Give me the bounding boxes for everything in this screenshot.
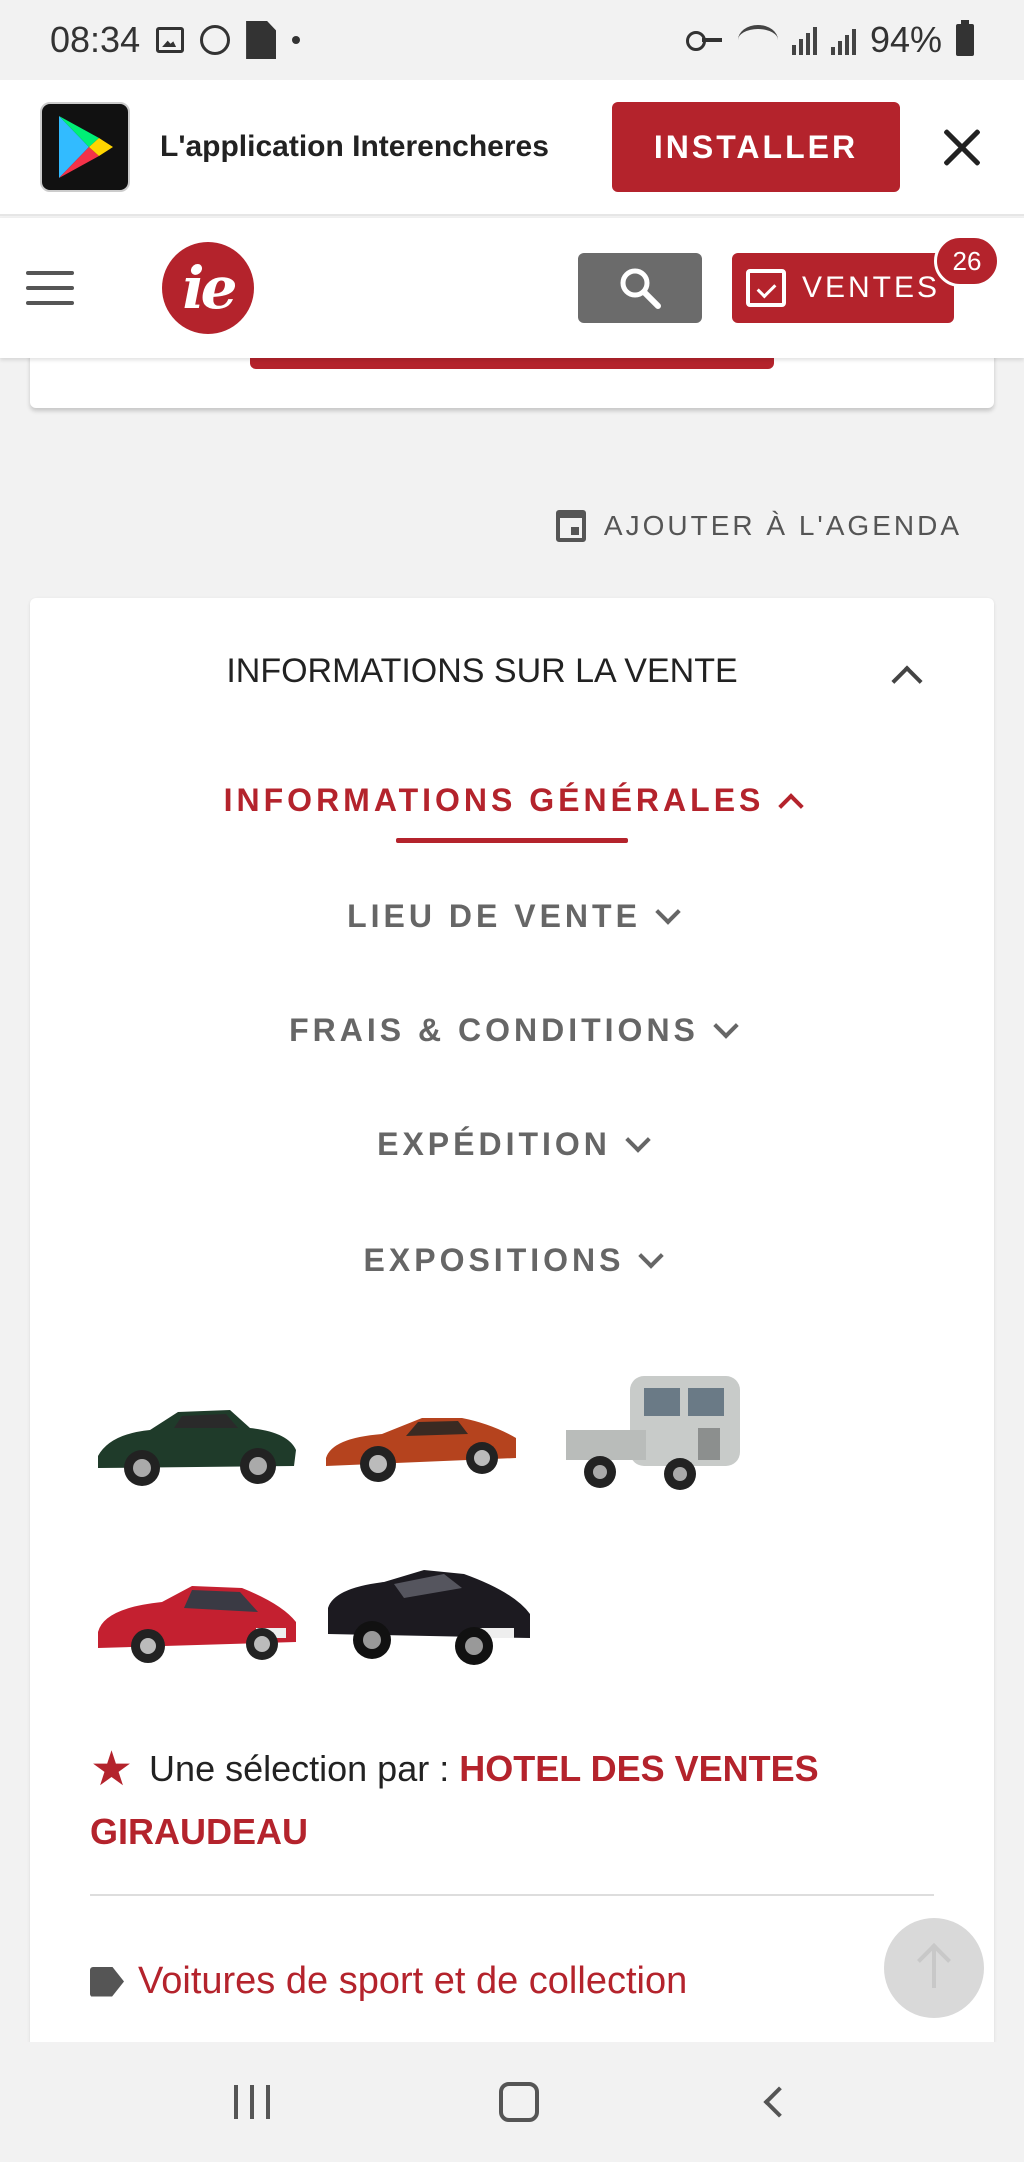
tab-expositions[interactable]: EXPOSITIONS: [30, 1242, 994, 1279]
scroll-to-top-button[interactable]: [884, 1918, 984, 2018]
wifi-icon: [737, 25, 778, 55]
app-install-banner: L'application Interencheres INSTALLER: [0, 80, 1024, 216]
chevron-down-icon: [655, 898, 681, 925]
install-button[interactable]: INSTALLER: [612, 102, 900, 192]
search-icon: [620, 268, 661, 309]
ventes-button[interactable]: VENTES 26: [732, 235, 1000, 323]
battery-icon: [956, 20, 974, 56]
section-label: FRAIS & CONDITIONS: [289, 1012, 699, 1048]
section-label: EXPÉDITION: [377, 1126, 611, 1162]
section-label: INFORMATIONS GÉNÉRALES: [223, 782, 765, 818]
divider: [90, 1894, 934, 1896]
tab-lieu-de-vente[interactable]: LIEU DE VENTE: [30, 898, 994, 935]
sale-info-card: INFORMATIONS SUR LA VENTE INFORMATIONS G…: [30, 598, 994, 2058]
seller-selection: ★ Une sélection par : HOTEL DES VENTES G…: [90, 1738, 950, 1863]
car-image-black-porsche[interactable]: [324, 1548, 534, 1678]
chevron-down-icon: [638, 1242, 665, 1269]
selection-prefix: Une sélection par :: [149, 1748, 450, 1789]
back-icon[interactable]: [763, 2086, 795, 2118]
tag-icon: [90, 1966, 124, 1997]
search-button[interactable]: [578, 253, 702, 323]
recent-apps-icon[interactable]: [234, 2085, 271, 2119]
chevron-up-icon: [778, 792, 805, 819]
category-link[interactable]: Voitures de sport et de collection: [90, 1960, 687, 2003]
whatsapp-notification-icon: [200, 25, 231, 55]
tab-frais-conditions[interactable]: FRAIS & CONDITIONS: [30, 1012, 994, 1049]
car-image-red-alpine[interactable]: [92, 1558, 302, 1678]
signal-2-icon: [830, 25, 856, 55]
ventes-label: VENTES: [801, 271, 941, 304]
gallery-notification-icon: [156, 27, 185, 53]
tab-expedition[interactable]: EXPÉDITION: [30, 1126, 994, 1163]
agenda-label: AJOUTER À L'AGENDA: [603, 510, 962, 541]
google-play-icon: [40, 102, 130, 192]
tab-informations-generales[interactable]: INFORMATIONS GÉNÉRALES: [30, 782, 994, 819]
car-image-orange-corvette[interactable]: [322, 1388, 522, 1498]
add-to-agenda-link[interactable]: AJOUTER À L'AGENDA: [555, 510, 962, 542]
calendar-check-icon: [745, 269, 786, 307]
menu-icon[interactable]: [26, 271, 74, 305]
signal-icon: [791, 25, 817, 55]
status-time: 08:34: [50, 19, 141, 60]
site-logo[interactable]: ie: [162, 242, 254, 334]
star-icon: ★: [90, 1743, 134, 1796]
file-notification-icon: [246, 21, 277, 59]
sale-info-title: INFORMATIONS SUR LA VENTE: [226, 652, 738, 690]
status-bar: 08:34 94%: [0, 0, 1024, 80]
car-image-green-roadster[interactable]: [90, 1378, 300, 1498]
chevron-down-icon: [713, 1012, 739, 1039]
banner-title: L'application Interencheres: [160, 130, 549, 163]
section-label: EXPOSITIONS: [363, 1242, 625, 1278]
more-notifications-icon: [292, 36, 301, 44]
calendar-icon: [555, 510, 586, 542]
close-icon[interactable]: [940, 125, 984, 169]
ventes-count-badge: 26: [934, 235, 1000, 287]
category-label: Voitures de sport et de collection: [138, 1960, 688, 2002]
chevron-down-icon: [625, 1126, 651, 1153]
site-header: ie VENTES 26: [0, 218, 1024, 358]
section-label: LIEU DE VENTE: [347, 898, 641, 934]
sale-info-header[interactable]: INFORMATIONS SUR LA VENTE: [30, 652, 994, 691]
arrow-up-icon: [932, 1948, 936, 1988]
active-section-underline: [396, 838, 628, 843]
home-icon[interactable]: [498, 2082, 539, 2122]
system-nav-bar: [0, 2042, 1024, 2162]
vpn-key-icon: [685, 30, 724, 51]
battery-percent: 94%: [869, 19, 942, 60]
car-image-citroen-truck[interactable]: [560, 1366, 760, 1506]
